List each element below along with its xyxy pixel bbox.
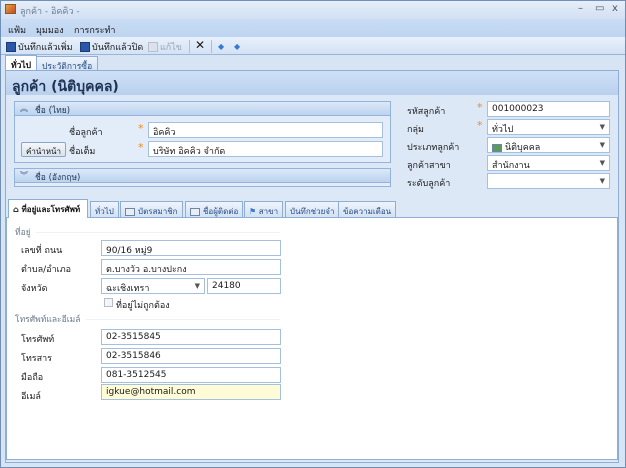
address-tab-panel bbox=[6, 217, 618, 460]
dropdown-arrow-icon[interactable]: ▼ bbox=[195, 282, 200, 290]
menu-view[interactable]: มุมมอง bbox=[36, 23, 64, 37]
tab-label: ชื่อผู้ติดต่อ bbox=[203, 207, 239, 216]
tab-notes[interactable]: บันทึกช่วยจำ bbox=[285, 201, 340, 217]
address-section-title: ที่อยู่ bbox=[15, 228, 31, 238]
required-icon: * bbox=[477, 101, 483, 114]
chevron-up-icon[interactable]: ︽ bbox=[20, 103, 28, 114]
tab-member-card[interactable]: บัตรสมาชิก bbox=[120, 201, 183, 217]
title-bar bbox=[1, 1, 625, 19]
required-icon: * bbox=[138, 141, 144, 154]
tab-alerts[interactable]: ข้อความเตือน bbox=[338, 201, 397, 217]
name-english-title: ชื่อ (อังกฤษ) bbox=[35, 173, 81, 183]
branch-label: ลูกค้าสาขา bbox=[407, 161, 451, 171]
contact-section-title: โทรศัพท์และอีเมล์ bbox=[15, 315, 81, 325]
close-button[interactable]: x bbox=[612, 3, 618, 14]
tab-general[interactable]: ทั่วไป bbox=[5, 55, 38, 71]
customer-code-label: รหัสลูกค้า bbox=[407, 107, 446, 117]
save-icon bbox=[80, 42, 90, 52]
menu-action[interactable]: การกระทำ bbox=[74, 23, 115, 37]
contact-icon bbox=[190, 207, 200, 216]
corporate-icon bbox=[492, 143, 502, 152]
previous-icon[interactable]: ◆ bbox=[218, 42, 224, 51]
customer-type-label: ประเภทลูกค้า bbox=[407, 143, 460, 153]
province-value: ฉะเชิงเทรา bbox=[106, 284, 150, 294]
province-select[interactable]: ฉะเชิงเทรา ▼ bbox=[101, 278, 205, 294]
section-divider bbox=[86, 319, 280, 320]
branch-select[interactable]: สำนักงาน ▼ bbox=[487, 155, 610, 171]
fax-input[interactable]: 02-3515846 bbox=[101, 348, 281, 364]
edit-icon bbox=[148, 42, 158, 52]
dropdown-arrow-icon[interactable]: ▼ bbox=[600, 141, 605, 149]
delete-icon[interactable]: ✕ bbox=[195, 38, 205, 52]
edit-button[interactable]: แก้ไข bbox=[148, 40, 182, 54]
menu-file[interactable]: แฟ้ม bbox=[8, 23, 26, 37]
district-label: ตำบล/อำเภอ bbox=[21, 265, 72, 275]
phone-input[interactable]: 02-3515845 bbox=[101, 329, 281, 345]
name-english-group: ︾ ชื่อ (อังกฤษ) bbox=[14, 168, 391, 187]
app-icon bbox=[5, 4, 16, 14]
name-thai-title: ชื่อ (ไทย) bbox=[35, 106, 71, 116]
street-input[interactable]: 90/16 หมู่9 bbox=[101, 240, 281, 256]
group-label: กลุ่ม bbox=[407, 125, 424, 135]
chevron-down-icon[interactable]: ︾ bbox=[20, 170, 28, 181]
dropdown-arrow-icon[interactable]: ▼ bbox=[600, 159, 605, 167]
mobile-label: มือถือ bbox=[21, 373, 44, 383]
save-close-label: บันทึกแล้วปิด bbox=[92, 43, 144, 53]
street-label: เลขที่ ถนน bbox=[21, 246, 63, 256]
branch-value: สำนักงาน bbox=[492, 161, 530, 171]
customer-code-input[interactable]: 001000023 bbox=[487, 101, 610, 117]
tab-bottom-general[interactable]: ทั่วไป bbox=[90, 201, 119, 217]
customer-name-input[interactable]: อิคคิว bbox=[148, 122, 383, 138]
name-english-header[interactable]: ︾ ชื่อ (อังกฤษ) bbox=[15, 169, 390, 183]
page-title: ลูกค้า (นิติบุคคล) bbox=[12, 79, 119, 95]
district-input[interactable]: ต.บางวัว อ.บางปะกง bbox=[101, 259, 281, 275]
customer-level-select[interactable]: ▼ bbox=[487, 173, 610, 189]
name-thai-header[interactable]: ︽ ชื่อ (ไทย) bbox=[15, 102, 390, 116]
flag-icon: ⚑ bbox=[249, 207, 259, 216]
toolbar-separator bbox=[211, 40, 212, 53]
full-name-label: ชื่อเต็ม bbox=[69, 147, 96, 157]
save-close-button[interactable]: บันทึกแล้วปิด bbox=[80, 40, 143, 54]
card-icon bbox=[125, 207, 135, 216]
section-divider bbox=[36, 232, 280, 233]
window-title: ลูกค้า - อิคคิว - bbox=[20, 7, 80, 17]
phone-label: โทรศัพท์ bbox=[21, 335, 55, 345]
tab-address-phone[interactable]: ⌂ ที่อยู่และโทรศัพท์ bbox=[8, 199, 88, 218]
customer-type-select[interactable]: นิติบุคคล ▼ bbox=[487, 137, 610, 153]
toolbar-separator bbox=[189, 40, 190, 53]
edit-label: แก้ไข bbox=[160, 43, 182, 53]
tab-label: ที่อยู่และโทรศัพท์ bbox=[21, 205, 81, 214]
full-name-input[interactable]: บริษัท อิคคิว จำกัด bbox=[148, 141, 383, 157]
minimize-button[interactable]: – bbox=[578, 3, 583, 14]
group-select[interactable]: ทั่วไป ▼ bbox=[487, 119, 610, 135]
province-label: จังหวัด bbox=[21, 284, 48, 294]
prefix-button[interactable]: คำนำหน้า bbox=[21, 142, 66, 157]
fax-label: โทรสาร bbox=[21, 354, 52, 364]
email-label: อีเมล์ bbox=[21, 392, 41, 402]
customer-level-label: ระดับลูกค้า bbox=[407, 179, 451, 189]
email-input[interactable]: igkue@hotmail.com bbox=[101, 384, 281, 400]
next-icon[interactable]: ◆ bbox=[234, 42, 240, 51]
tab-label: บัตรสมาชิก bbox=[138, 207, 178, 216]
tab-label: สาขา bbox=[258, 207, 279, 216]
zip-input[interactable]: 24180 bbox=[207, 278, 281, 294]
required-icon: * bbox=[477, 119, 483, 132]
invalid-address-label: ที่อยู่ไม่ถูกต้อง bbox=[116, 301, 170, 311]
save-new-icon bbox=[6, 42, 16, 52]
customer-name-label: ชื่อลูกค้า bbox=[69, 128, 103, 138]
save-new-label: บันทึกแล้วเพิ่ม bbox=[18, 43, 73, 53]
tab-purchase-history[interactable]: ประวัติการซื้อ bbox=[36, 56, 99, 72]
group-value: ทั่วไป bbox=[492, 125, 514, 135]
tab-contacts[interactable]: ชื่อผู้ติดต่อ bbox=[185, 201, 244, 217]
home-icon: ⌂ bbox=[13, 205, 22, 214]
dropdown-arrow-icon[interactable]: ▼ bbox=[600, 123, 605, 131]
invalid-address-checkbox[interactable] bbox=[104, 298, 113, 307]
dropdown-arrow-icon[interactable]: ▼ bbox=[600, 177, 605, 185]
maximize-button[interactable]: ▭ bbox=[595, 3, 604, 14]
customer-type-value: นิติบุคคล bbox=[505, 143, 541, 153]
save-new-button[interactable]: บันทึกแล้วเพิ่ม bbox=[6, 40, 73, 54]
mobile-input[interactable]: 081-3512545 bbox=[101, 367, 281, 383]
tab-branch[interactable]: ⚑ สาขา bbox=[244, 201, 284, 217]
required-icon: * bbox=[138, 122, 144, 135]
